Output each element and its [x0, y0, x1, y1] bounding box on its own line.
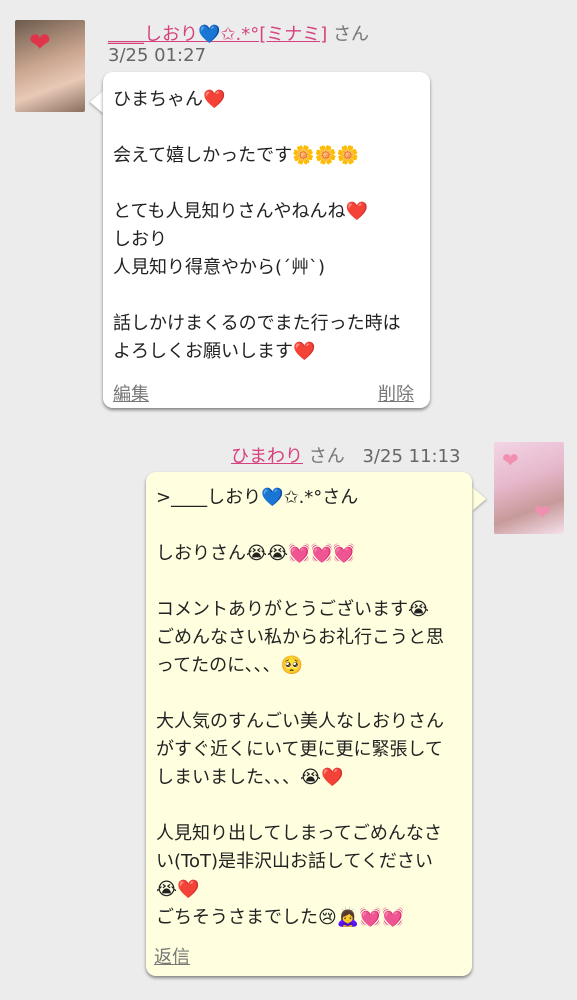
message-line [156, 512, 464, 540]
message-line: ひまちゃん❤️ [113, 89, 226, 110]
commenter-avatar[interactable]: ❤ [15, 20, 85, 112]
message-line: しおりさん😭😭💓💓💓 [156, 543, 356, 564]
message-line: ごめんなさい私からお礼行こうと思 [156, 627, 444, 648]
message-line: がすぐ近くにいて更に更に緊張して [156, 739, 443, 760]
message-line: 人見知り得意やから(´艸`) [113, 257, 326, 278]
message-line [156, 792, 464, 820]
heart-sticker-icon: ❤ [29, 28, 51, 58]
replier-avatar[interactable]: ❤ ❤ [494, 442, 564, 534]
delete-link[interactable]: 削除 [378, 381, 414, 409]
message-line: 会えて嬉しかったです🌼🌼🌼 [113, 145, 360, 166]
message-line: >____しおり💙✩.*°さん [156, 487, 359, 508]
reply-header: ひまわり さん 3/25 11:13 [231, 442, 460, 468]
message-line [156, 568, 464, 596]
edit-link[interactable]: 編集 [113, 381, 149, 409]
message-line: しまいました、、、😭❤️ [156, 767, 344, 788]
message-line [156, 680, 464, 708]
message-line: とても人見知りさんやねんね❤️ [113, 201, 368, 222]
heart-sticker-icon: ❤ [534, 500, 551, 524]
message-line: 😭❤️ [156, 879, 200, 900]
honorific: さん [333, 24, 369, 45]
reply-link[interactable]: 返信 [154, 944, 190, 972]
bubble-tail [90, 90, 104, 114]
message-line: ってたのに、、、🥺 [156, 655, 303, 676]
commenter-name-link[interactable]: ____しおり💙✩.*°[ミナミ] [108, 24, 327, 45]
replier-name-link[interactable]: ひまわり [231, 446, 303, 467]
comment-body: ひまちゃん❤️ 会えて嬉しかったです🌼🌼🌼 とても人見知りさんやねんね❤️ しおり人見… [113, 86, 422, 366]
message-line: よろしくお願いします❤️ [113, 341, 316, 362]
bubble-tail [472, 487, 486, 511]
message-line: コメントありがとうございます😭 [156, 599, 430, 620]
message-line: ごちそうさまでした😢🙇‍♀️💓💓 [156, 907, 405, 928]
reply-timestamp: 3/25 11:13 [362, 446, 461, 467]
message-line: 大人気のすんごい美人なしおりさん [156, 711, 444, 732]
message-line: しおり [113, 229, 167, 250]
reply-bubble: >____しおり💙✩.*°さん しおりさん😭😭💓💓💓 コメントありがとうございます😭… [146, 472, 472, 976]
message-line [113, 282, 422, 310]
message-line [113, 114, 422, 142]
message-line [113, 170, 422, 198]
comment-timestamp: 3/25 01:27 [108, 45, 207, 66]
message-line: 話しかけまくるのでまた行った時は [113, 313, 401, 334]
heart-sticker-icon: ❤ [502, 448, 519, 472]
reply-body: >____しおり💙✩.*°さん しおりさん😭😭💓💓💓 コメントありがとうございます😭… [156, 484, 464, 932]
honorific: さん [308, 446, 345, 467]
message-line: い(ToT)是非沢山お話してください [156, 851, 433, 872]
message-line: 人見知り出してしまってごめんなさ [156, 823, 442, 844]
comment-bubble: ひまちゃん❤️ 会えて嬉しかったです🌼🌼🌼 とても人見知りさんやねんね❤️ しおり人見… [103, 72, 430, 408]
comment-header: ____しおり💙✩.*°[ミナミ] さん [108, 20, 369, 46]
